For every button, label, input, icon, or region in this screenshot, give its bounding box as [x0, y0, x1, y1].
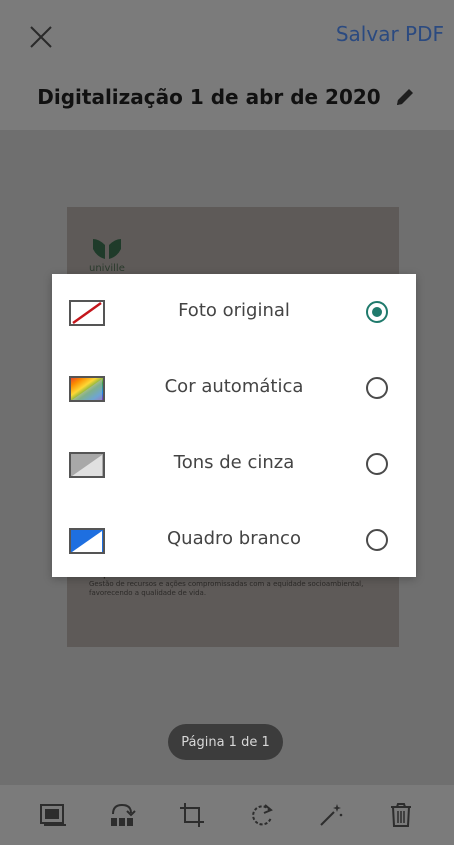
title-row: Digitalização 1 de abr de 2020 [0, 80, 454, 114]
grayscale-icon [69, 452, 105, 478]
page-indicator: Página 1 de 1 [168, 724, 283, 760]
filter-label: Tons de cinza [173, 452, 295, 473]
filter-option-original[interactable]: Foto original [52, 274, 416, 350]
filter-label: Foto original [178, 300, 290, 321]
document-title: Digitalização 1 de abr de 2020 [37, 85, 381, 109]
save-pdf-button[interactable]: Salvar PDF [336, 22, 444, 46]
magic-wand-icon[interactable] [316, 800, 346, 830]
univille-logo-icon [93, 239, 121, 259]
top-bar: Salvar PDF Digitalização 1 de abr de 202… [0, 0, 454, 130]
document-line: Gestão de recursos e ações compromissada… [89, 580, 364, 588]
crop-icon[interactable] [177, 800, 207, 830]
original-photo-icon [69, 300, 105, 326]
reorder-icon[interactable] [107, 800, 137, 830]
auto-color-icon [69, 376, 105, 402]
color-filter-dialog: Foto original Cor automática Tons de cin… [52, 274, 416, 577]
document-line: favorecendo a qualidade de vida. [89, 589, 207, 597]
filter-label: Cor automática [164, 376, 304, 397]
bottom-toolbar [0, 785, 454, 845]
radio-unselected[interactable] [366, 377, 388, 399]
filter-option-auto-color[interactable]: Cor automática [52, 350, 416, 426]
radio-unselected[interactable] [366, 529, 388, 551]
rotate-icon[interactable] [247, 800, 277, 830]
close-icon[interactable] [28, 24, 54, 50]
logo-text: univille [89, 263, 125, 274]
filter-option-grayscale[interactable]: Tons de cinza [52, 426, 416, 502]
filter-label: Quadro branco [167, 528, 301, 549]
trash-icon[interactable] [386, 800, 416, 830]
filter-option-whiteboard[interactable]: Quadro branco [52, 502, 416, 578]
radio-selected[interactable] [366, 301, 388, 323]
add-photo-icon[interactable] [38, 800, 68, 830]
radio-unselected[interactable] [366, 453, 388, 475]
pencil-icon[interactable] [393, 85, 417, 109]
whiteboard-icon [69, 528, 105, 554]
